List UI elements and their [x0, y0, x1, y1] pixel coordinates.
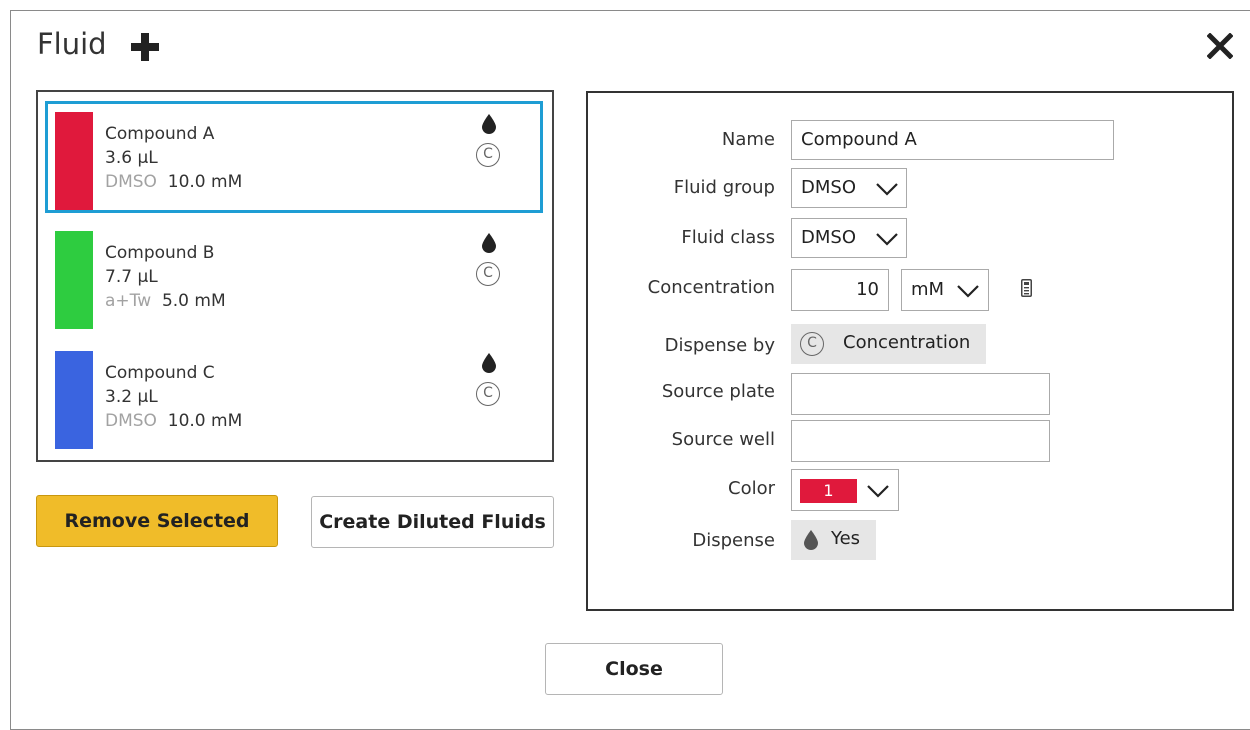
fluid-list: Compound A 3.6 µL DMSO 10.0 mM C Compoun…	[36, 90, 554, 462]
dispense-value: Yes	[831, 528, 861, 549]
c-circle-icon: C	[476, 382, 500, 406]
dispense-label: Dispense	[692, 530, 775, 551]
droplet-icon	[482, 353, 496, 373]
source-well-input[interactable]	[791, 420, 1050, 462]
name-input[interactable]: Compound A	[791, 120, 1114, 160]
fluid-concentration: 10.0 mM	[167, 411, 243, 431]
fluid-name: Compound B	[105, 243, 215, 263]
droplet-icon	[482, 233, 496, 253]
droplet-icon	[804, 530, 818, 550]
dispense-by-toggle[interactable]: C Concentration	[791, 324, 986, 364]
fluid-concentration: 10.0 mM	[167, 172, 243, 192]
fluid-class-label: Fluid class	[681, 227, 775, 248]
concentration-unit-select[interactable]: mM	[901, 269, 989, 311]
chevron-down-icon	[867, 485, 889, 498]
source-well-label: Source well	[671, 429, 775, 450]
fluid-name: Compound C	[105, 363, 215, 383]
c-circle-icon: C	[476, 143, 500, 167]
fluid-group: DMSO	[105, 172, 157, 192]
fluid-volume: 7.7 µL	[105, 267, 158, 287]
fluid-group: DMSO	[105, 411, 157, 431]
close-button[interactable]: Close	[545, 643, 723, 695]
fluid-group-select[interactable]: DMSO	[791, 168, 907, 208]
create-diluted-fluids-button[interactable]: Create Diluted Fluids	[311, 496, 554, 548]
fluid-group-label: Fluid group	[673, 177, 775, 198]
calculator-icon[interactable]	[1021, 279, 1032, 297]
dialog-title: Fluid	[37, 27, 107, 61]
fluid-color-swatch	[55, 231, 93, 329]
fluid-color-swatch	[55, 112, 93, 210]
droplet-icon	[482, 114, 496, 134]
fluid-class-select[interactable]: DMSO	[791, 218, 907, 258]
fluid-group-value: DMSO	[801, 177, 856, 198]
fluid-item-compound-c[interactable]: Compound C 3.2 µL DMSO 10.0 mM C	[45, 340, 543, 452]
dispense-by-label: Dispense by	[664, 335, 775, 356]
plus-icon[interactable]	[129, 31, 161, 63]
color-label: Color	[728, 478, 775, 499]
fluid-item-compound-b[interactable]: Compound B 7.7 µL a+Tw 5.0 mM C	[45, 220, 543, 332]
remove-selected-button[interactable]: Remove Selected	[36, 495, 278, 547]
fluid-name: Compound A	[105, 124, 215, 144]
concentration-input[interactable]: 10	[791, 269, 889, 311]
fluid-class-value: DMSO	[801, 227, 856, 248]
chevron-down-icon	[876, 233, 898, 246]
close-x-icon[interactable]	[1207, 33, 1233, 59]
chevron-down-icon	[957, 285, 979, 298]
concentration-unit-value: mM	[911, 279, 945, 300]
dispense-by-value: Concentration	[843, 332, 971, 353]
color-select[interactable]: 1	[791, 469, 899, 511]
fluid-dialog: Fluid Compound A 3.6 µL DMSO 10.0 mM C C…	[10, 10, 1250, 730]
c-circle-icon: C	[800, 332, 824, 356]
source-plate-label: Source plate	[661, 381, 775, 402]
source-plate-input[interactable]	[791, 373, 1050, 415]
name-label: Name	[721, 129, 775, 150]
fluid-color-swatch	[55, 351, 93, 449]
chevron-down-icon	[876, 183, 898, 196]
fluid-volume: 3.2 µL	[105, 387, 158, 407]
fluid-item-compound-a[interactable]: Compound A 3.6 µL DMSO 10.0 mM C	[45, 101, 543, 213]
c-circle-icon: C	[476, 262, 500, 286]
fluid-concentration: 5.0 mM	[161, 291, 226, 311]
fluid-group: a+Tw	[105, 291, 152, 311]
color-swatch: 1	[800, 479, 857, 503]
dispense-toggle[interactable]: Yes	[791, 520, 876, 560]
fluid-properties-panel: Name Compound A Fluid group DMSO Fluid c…	[586, 91, 1234, 611]
fluid-volume: 3.6 µL	[105, 148, 158, 168]
concentration-label: Concentration	[647, 277, 775, 298]
